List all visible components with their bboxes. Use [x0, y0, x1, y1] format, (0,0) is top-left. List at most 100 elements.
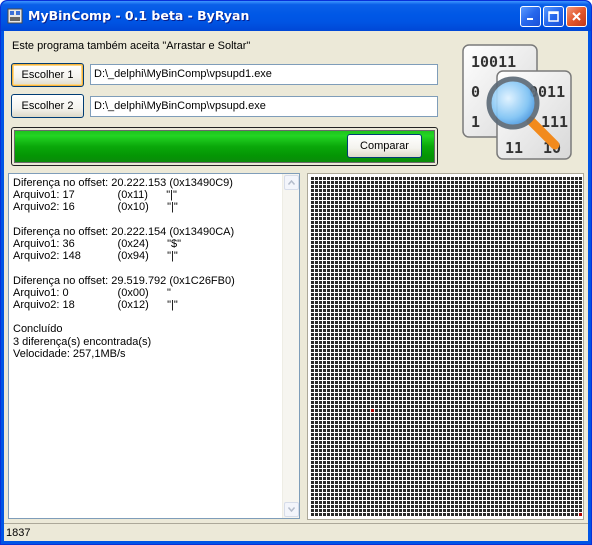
- choose-file-1-button[interactable]: Escolher 1: [11, 63, 84, 87]
- chevron-up-icon: [288, 180, 295, 185]
- map-cell: [415, 241, 418, 244]
- map-cell: [575, 221, 578, 224]
- map-cell: [319, 461, 322, 464]
- map-cell: [411, 345, 414, 348]
- map-cell: [567, 229, 570, 232]
- map-cell: [447, 453, 450, 456]
- map-cell: [563, 229, 566, 232]
- map-cell: [315, 449, 318, 452]
- map-cell: [419, 413, 422, 416]
- map-cell: [571, 377, 574, 380]
- map-cell: [455, 393, 458, 396]
- map-cell: [475, 433, 478, 436]
- map-cell: [443, 261, 446, 264]
- map-cell: [435, 333, 438, 336]
- map-cell: [471, 341, 474, 344]
- map-cell: [539, 417, 542, 420]
- map-cell: [367, 269, 370, 272]
- map-cell: [571, 189, 574, 192]
- map-cell: [423, 465, 426, 468]
- map-cell: [451, 389, 454, 392]
- map-cell: [527, 377, 530, 380]
- map-cell: [547, 201, 550, 204]
- map-cell: [555, 185, 558, 188]
- map-cell: [547, 421, 550, 424]
- map-cell: [447, 253, 450, 256]
- map-cell: [547, 401, 550, 404]
- map-cell: [315, 229, 318, 232]
- map-cell: [331, 233, 334, 236]
- map-cell: [515, 181, 518, 184]
- map-cell: [327, 245, 330, 248]
- map-cell: [519, 441, 522, 444]
- map-cell: [555, 361, 558, 364]
- map-cell: [487, 337, 490, 340]
- file-1-path-input[interactable]: D:\_delphi\MyBinComp\vpsupd1.exe: [90, 64, 438, 85]
- map-cell: [363, 453, 366, 456]
- log-scrollbar[interactable]: [282, 174, 299, 518]
- map-cell: [551, 413, 554, 416]
- map-cell: [475, 389, 478, 392]
- map-cell: [571, 441, 574, 444]
- map-cell: [575, 401, 578, 404]
- map-cell: [359, 245, 362, 248]
- map-cell: [419, 445, 422, 448]
- map-cell: [323, 329, 326, 332]
- map-cell: [539, 213, 542, 216]
- map-cell: [551, 373, 554, 376]
- compare-button[interactable]: Comparar: [347, 134, 422, 158]
- map-cell: [531, 421, 534, 424]
- title-bar[interactable]: MyBinComp - 0.1 beta - ByRyan: [1, 1, 591, 31]
- map-cell: [367, 185, 370, 188]
- map-cell: [343, 229, 346, 232]
- map-cell: [387, 357, 390, 360]
- map-cell: [451, 417, 454, 420]
- map-cell: [359, 445, 362, 448]
- map-cell: [367, 237, 370, 240]
- scroll-up-button[interactable]: [284, 175, 299, 190]
- map-cell: [527, 425, 530, 428]
- file-2-path-input[interactable]: D:\_delphi\MyBinComp\vpsupd.exe: [90, 96, 438, 117]
- map-cell: [579, 441, 582, 444]
- map-cell: [563, 241, 566, 244]
- map-cell: [411, 337, 414, 340]
- map-cell: [495, 245, 498, 248]
- map-cell: [387, 233, 390, 236]
- map-cell: [491, 337, 494, 340]
- results-log[interactable]: Diferença no offset: 20.222.153 (0x13490…: [8, 173, 300, 519]
- map-cell: [571, 209, 574, 212]
- map-cell: [399, 309, 402, 312]
- map-cell: [351, 213, 354, 216]
- minimize-button[interactable]: [520, 6, 541, 27]
- map-cell: [375, 305, 378, 308]
- map-cell: [415, 417, 418, 420]
- map-cell: [551, 345, 554, 348]
- map-cell: [539, 253, 542, 256]
- map-cell: [547, 249, 550, 252]
- map-cell: [459, 197, 462, 200]
- map-cell: [375, 241, 378, 244]
- map-cell: [463, 337, 466, 340]
- map-cell: [507, 465, 510, 468]
- map-cell: [571, 229, 574, 232]
- map-cell: [547, 437, 550, 440]
- map-cell: [443, 185, 446, 188]
- scroll-down-button[interactable]: [284, 502, 299, 517]
- choose-file-2-button[interactable]: Escolher 2: [11, 94, 84, 118]
- maximize-button[interactable]: [543, 6, 564, 27]
- map-cell: [495, 237, 498, 240]
- map-cell: [407, 337, 410, 340]
- map-cell: [379, 441, 382, 444]
- map-cell: [463, 369, 466, 372]
- app-icon[interactable]: [7, 8, 23, 24]
- map-cell: [519, 333, 522, 336]
- map-cell: [335, 461, 338, 464]
- map-cell: [387, 441, 390, 444]
- map-cell: [363, 221, 366, 224]
- map-cell: [319, 421, 322, 424]
- map-cell: [411, 457, 414, 460]
- map-cell: [407, 405, 410, 408]
- map-cell: [439, 425, 442, 428]
- close-button[interactable]: [566, 6, 587, 27]
- map-cell: [487, 449, 490, 452]
